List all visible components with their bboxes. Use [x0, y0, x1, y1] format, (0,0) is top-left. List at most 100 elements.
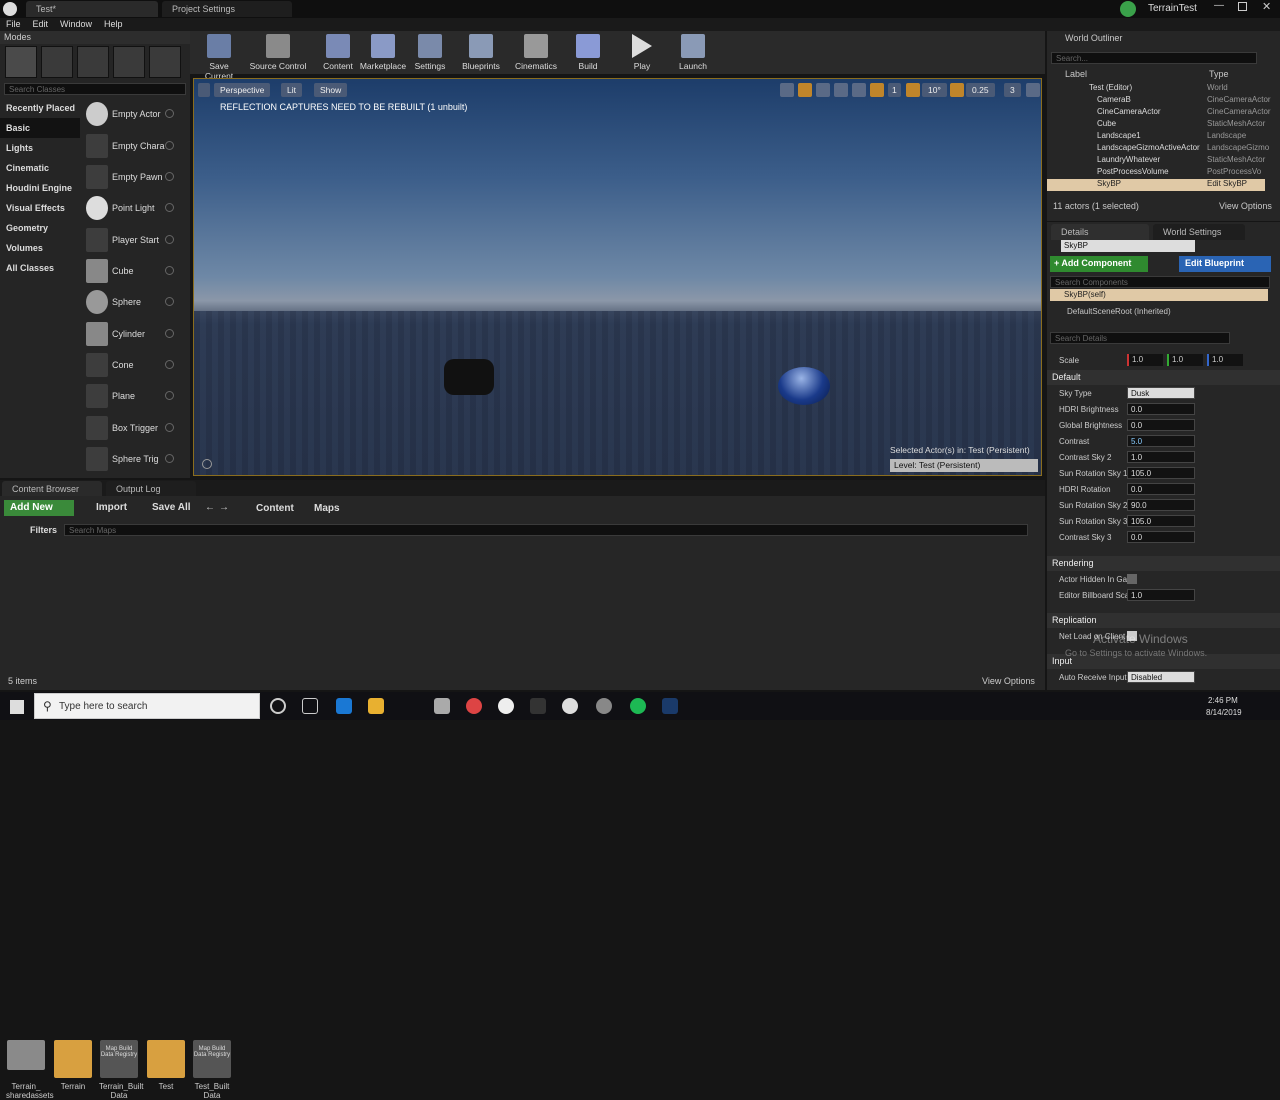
place-item[interactable]: Point Light — [84, 193, 178, 223]
transform-icon[interactable] — [780, 83, 794, 97]
show-button[interactable]: Show — [314, 83, 348, 97]
black-mesh-object[interactable] — [444, 359, 494, 395]
geometry-mode-icon[interactable] — [149, 46, 181, 78]
build-button[interactable]: Build — [576, 34, 600, 71]
actor-hidden-checkbox[interactable] — [1127, 574, 1137, 584]
help-icon[interactable] — [165, 454, 174, 463]
help-icon[interactable] — [165, 423, 174, 432]
asset-item[interactable]: Terrain — [53, 1040, 93, 1091]
back-arrow-icon[interactable]: ← — [205, 502, 215, 513]
outliner-row-selected[interactable]: SkyBP Edit SkyBP — [1047, 179, 1265, 191]
maximize-button[interactable] — [1238, 2, 1247, 11]
scale-snap-value[interactable]: 0.25 — [966, 83, 995, 97]
clock-time[interactable]: 2:46 PM — [1208, 696, 1238, 705]
rotation-snap-value[interactable]: 10° — [922, 83, 947, 97]
place-item[interactable]: Plane — [84, 381, 178, 411]
asset-item[interactable]: Test — [146, 1040, 186, 1091]
component-root-row[interactable]: DefaultSceneRoot (Inherited) — [1067, 307, 1171, 316]
launch-button[interactable]: Launch — [678, 34, 708, 71]
menu-window[interactable]: Window — [54, 18, 98, 31]
help-icon[interactable] — [165, 141, 174, 150]
scale-x-field[interactable]: 1.0 — [1127, 354, 1163, 366]
asset-item[interactable]: Terrain_ sharedassets — [6, 1040, 54, 1100]
edge-icon[interactable] — [336, 698, 352, 714]
unreal-logo-icon[interactable] — [3, 2, 17, 16]
place-item[interactable]: Empty Chara — [84, 131, 178, 161]
realtime-icon[interactable] — [202, 459, 212, 469]
spotify-icon[interactable] — [630, 698, 646, 714]
asset-item[interactable]: Map Build Data Registry Terrain_Built Dat… — [99, 1040, 143, 1100]
actor-name-field[interactable]: SkyBP — [1061, 240, 1195, 252]
category-lights[interactable]: Lights — [0, 138, 80, 158]
col-type[interactable]: Type — [1209, 69, 1229, 79]
breadcrumb-content[interactable]: Content — [256, 503, 294, 514]
clock-date[interactable]: 8/14/2019 — [1206, 708, 1242, 717]
save-current-button[interactable]: Save Current — [196, 34, 242, 81]
place-item[interactable]: Player Start — [84, 225, 178, 255]
help-icon[interactable] — [165, 109, 174, 118]
minimize-button[interactable]: — — [1214, 0, 1232, 14]
help-icon[interactable] — [165, 360, 174, 369]
menu-edit[interactable]: Edit — [27, 18, 55, 31]
edit-blueprint-button[interactable]: Edit Blueprint — [1179, 256, 1271, 272]
viewport-options-icon[interactable] — [198, 83, 210, 97]
unreal-editor-icon[interactable] — [562, 698, 578, 714]
place-item[interactable]: Sphere — [84, 287, 178, 317]
task-view-icon[interactable] — [302, 698, 318, 714]
place-item[interactable]: Cone — [84, 350, 178, 380]
tab-details[interactable]: Details — [1051, 224, 1149, 240]
search-classes-input[interactable]: Search Classes — [4, 83, 186, 95]
outliner-row[interactable]: PostProcessVolume PostProcessVo — [1047, 167, 1280, 179]
help-icon[interactable] — [165, 266, 174, 275]
play-button[interactable]: Play — [628, 34, 656, 71]
help-icon[interactable] — [165, 235, 174, 244]
cortana-icon[interactable] — [270, 698, 286, 714]
rotation-snap-icon[interactable] — [906, 83, 920, 97]
place-item[interactable]: Empty Actor — [84, 99, 178, 129]
category-visual-effects[interactable]: Visual Effects — [0, 198, 80, 218]
forward-arrow-icon[interactable]: → — [219, 502, 229, 513]
tab-project-settings[interactable]: Project Settings — [162, 1, 292, 17]
close-button[interactable]: ✕ — [1262, 0, 1271, 13]
place-mode-icon[interactable] — [5, 46, 37, 78]
outliner-view-options[interactable]: View Options — [1219, 201, 1272, 211]
help-icon[interactable] — [165, 297, 174, 306]
scale-snap-icon[interactable] — [950, 83, 964, 97]
level-viewport[interactable]: Perspective Lit Show REFLECTION CAPTURES… — [193, 78, 1042, 476]
category-basic[interactable]: Basic — [0, 118, 80, 138]
photoshop-icon[interactable] — [662, 698, 678, 714]
chrome-sphere-mesh[interactable] — [778, 367, 830, 405]
epic-games-icon[interactable] — [530, 698, 546, 714]
outliner-row[interactable]: Test (Editor) World — [1047, 83, 1280, 95]
section-replication[interactable]: Replication — [1047, 613, 1280, 628]
outliner-row[interactable]: CameraB CineCameraActor — [1047, 95, 1280, 107]
place-item[interactable]: Box Trigger — [84, 413, 178, 443]
add-component-button[interactable]: + Add Component — [1050, 256, 1148, 272]
filters-button[interactable]: Filters — [30, 525, 57, 535]
taskbar-search-box[interactable]: ⚲ Type here to search — [34, 693, 260, 719]
search-details-input[interactable]: Search Details — [1050, 332, 1230, 344]
view-options-button[interactable]: View Options — [982, 676, 1035, 686]
menu-file[interactable]: File — [0, 18, 27, 31]
breadcrumb-maps[interactable]: Maps — [314, 503, 340, 514]
blueprints-button[interactable]: Blueprints — [460, 34, 502, 71]
category-recently-placed[interactable]: Recently Placed — [0, 98, 80, 118]
windows-start-icon[interactable] — [10, 700, 24, 714]
cinematics-button[interactable]: Cinematics — [514, 34, 558, 71]
chrome-icon[interactable] — [466, 698, 482, 714]
snap-surface-icon[interactable] — [852, 83, 866, 97]
help-icon[interactable] — [165, 391, 174, 400]
category-geometry[interactable]: Geometry — [0, 218, 80, 238]
perspective-button[interactable]: Perspective — [214, 83, 271, 97]
asset-item[interactable]: Map Build Data Registry Test_Built Data — [192, 1040, 232, 1100]
help-icon[interactable] — [165, 172, 174, 181]
menu-help[interactable]: Help — [98, 18, 129, 31]
place-item[interactable]: Empty Pawn — [84, 162, 178, 192]
place-item[interactable]: Sphere Trig — [84, 444, 178, 474]
place-item[interactable]: Cube — [84, 256, 178, 286]
grid-size-button[interactable]: 1 — [888, 83, 901, 97]
category-volumes[interactable]: Volumes — [0, 238, 80, 258]
place-item[interactable]: Cylinder — [84, 319, 178, 349]
marketplace-button[interactable]: Marketplace — [358, 34, 408, 71]
settings-button[interactable]: Settings — [412, 34, 448, 71]
